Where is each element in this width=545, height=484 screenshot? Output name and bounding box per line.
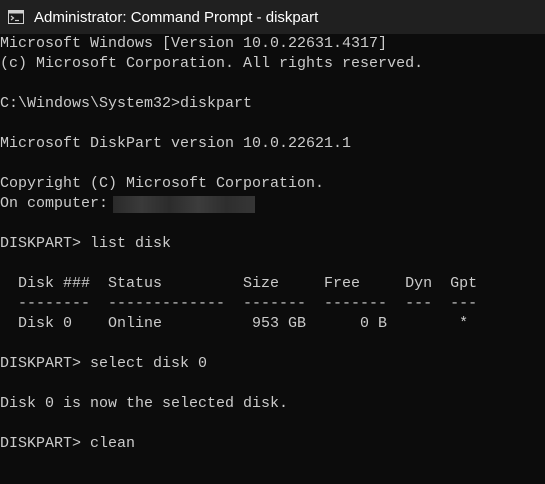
console-line: -------- ------------- ------- ------- -… xyxy=(0,295,478,312)
console-line: DISKPART> select disk 0 xyxy=(0,355,208,372)
computer-name-redaction xyxy=(113,196,255,213)
console-line: DISKPART> clean xyxy=(0,435,136,452)
window-title: Administrator: Command Prompt - diskpart xyxy=(34,8,319,26)
console-line: C:\Windows\System32>diskpart xyxy=(0,95,253,112)
console-line: Disk 0 Online 953 GB 0 B * xyxy=(0,315,469,332)
console-line: Microsoft DiskPart version 10.0.22621.1 xyxy=(0,135,352,152)
cmd-icon xyxy=(8,10,24,24)
console-line: (c) Microsoft Corporation. All rights re… xyxy=(0,55,424,72)
console-line: Copyright (C) Microsoft Corporation. xyxy=(0,175,325,192)
console-line: On computer: xyxy=(0,195,118,212)
console-line: Disk 0 is now the selected disk. xyxy=(0,395,289,412)
command-prompt-window: Administrator: Command Prompt - diskpart… xyxy=(0,0,545,484)
console-line: Microsoft Windows [Version 10.0.22631.43… xyxy=(0,35,388,52)
console-line: Disk ### Status Size Free Dyn Gpt xyxy=(0,275,478,292)
title-bar[interactable]: Administrator: Command Prompt - diskpart xyxy=(0,0,545,34)
console-line: DISKPART> list disk xyxy=(0,235,172,252)
console-output[interactable]: Microsoft Windows [Version 10.0.22631.43… xyxy=(0,34,545,484)
